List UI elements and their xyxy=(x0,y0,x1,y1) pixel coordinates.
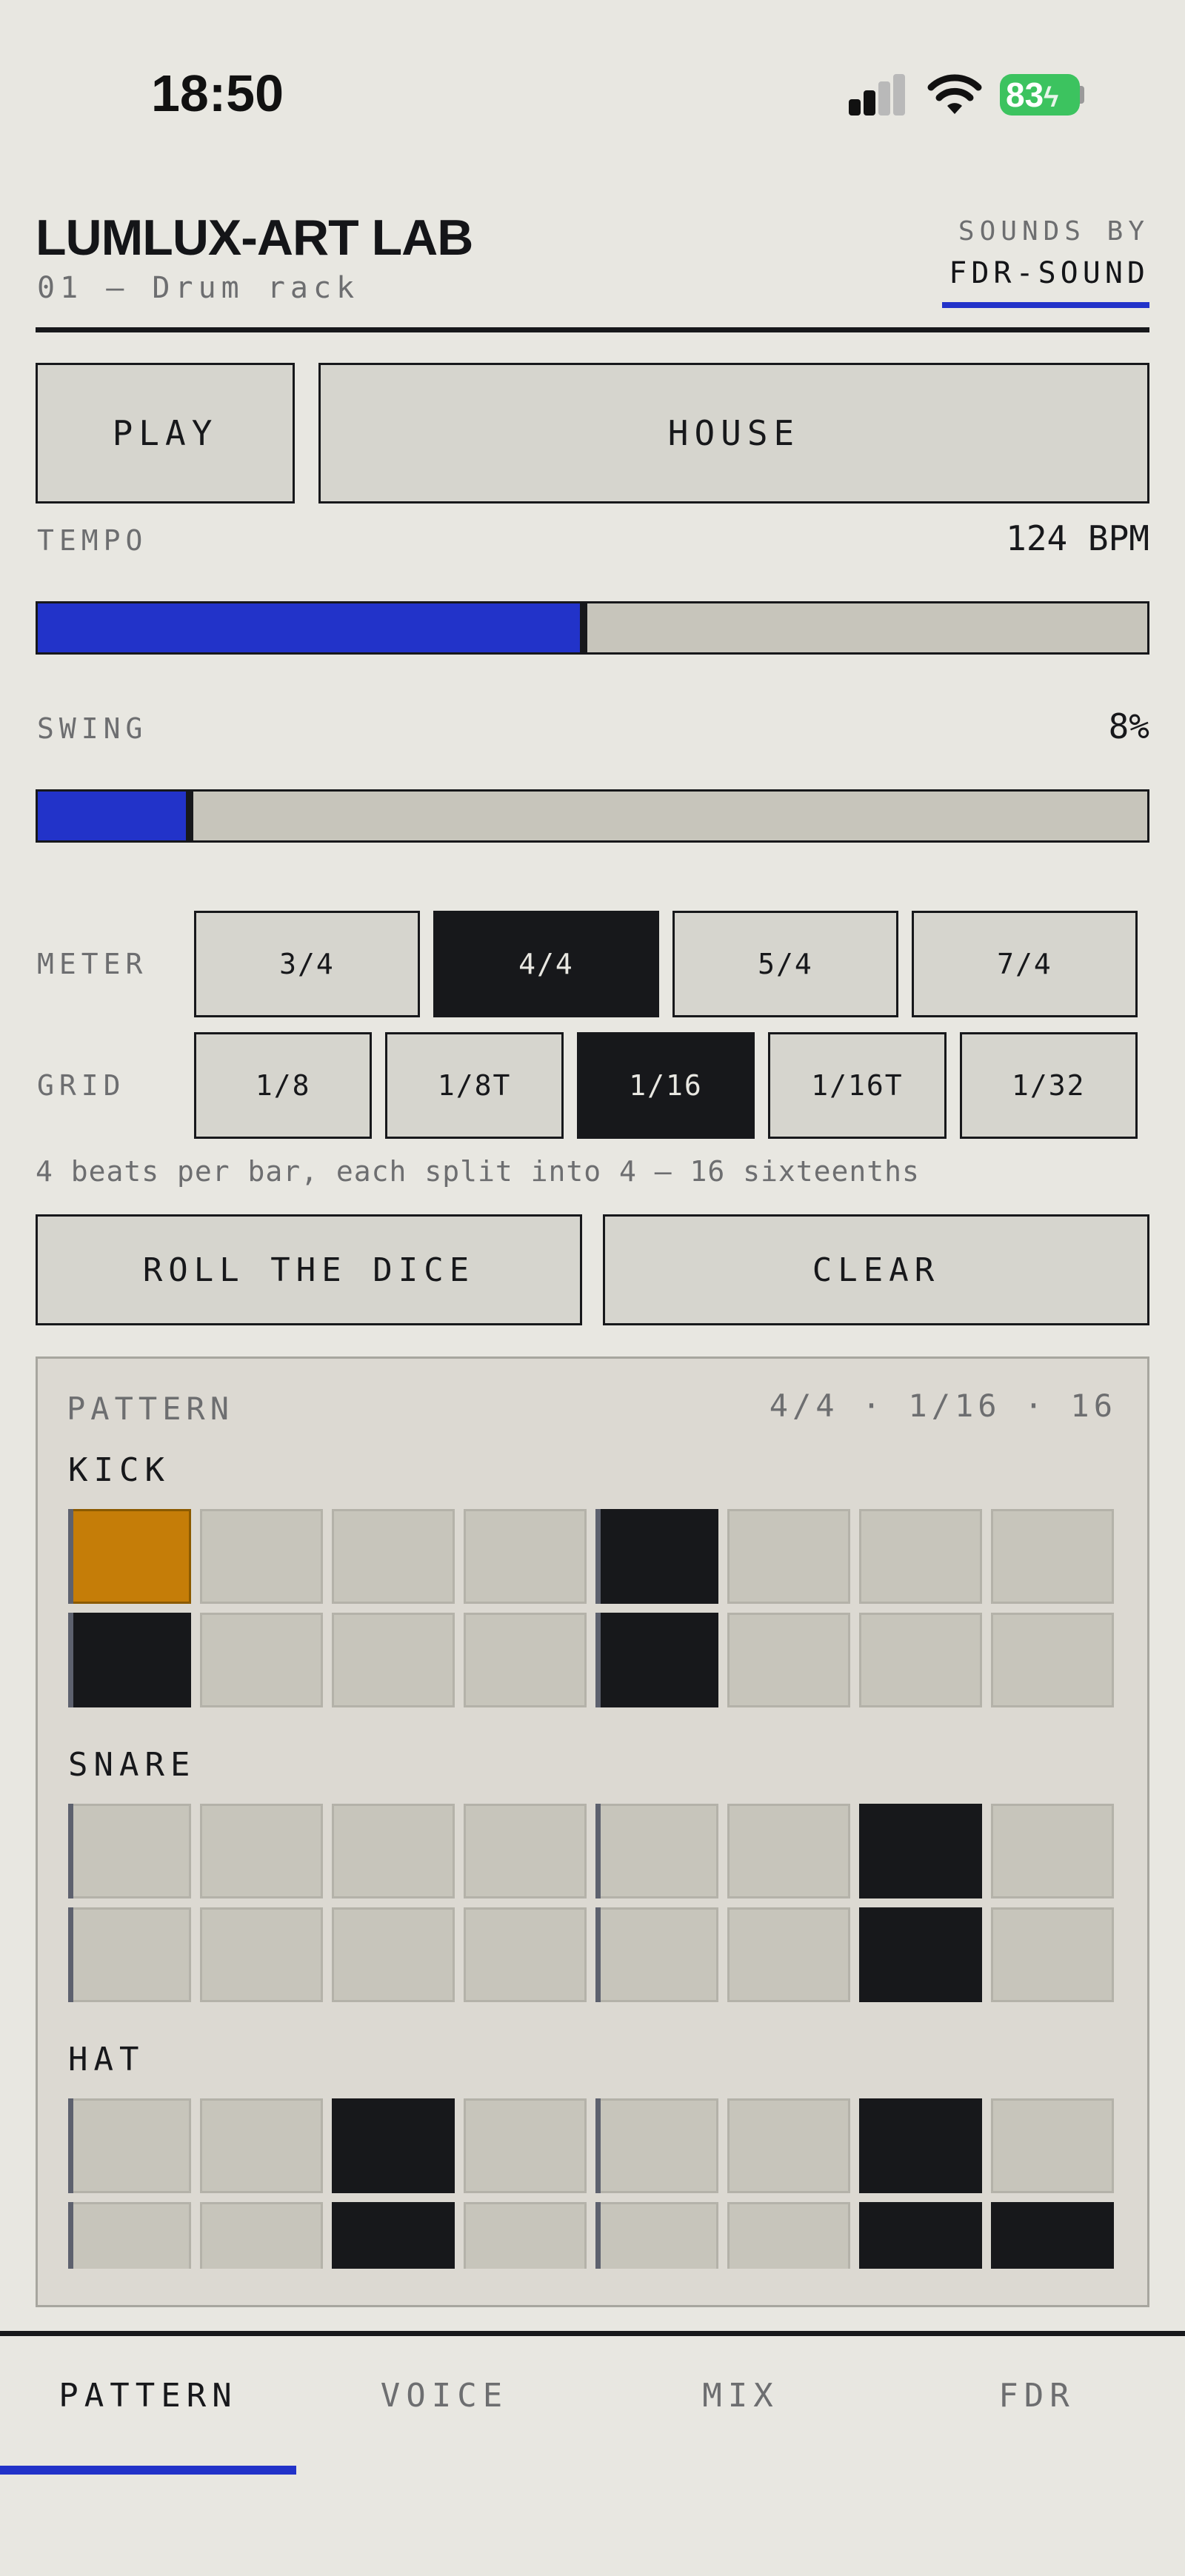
step-cell[interactable] xyxy=(859,1613,982,1707)
step-cell[interactable] xyxy=(68,1509,191,1604)
meter-description: 4 beats per bar, each split into 4 — 16 … xyxy=(36,1155,920,1188)
step-cell[interactable] xyxy=(595,1907,718,2002)
step-cell[interactable] xyxy=(200,1509,323,1604)
swing-slider-thumb[interactable] xyxy=(186,792,193,840)
step-cell[interactable] xyxy=(68,1907,191,2002)
swing-value: 8% xyxy=(1108,706,1149,746)
meter-option[interactable]: 7/4 xyxy=(912,911,1138,1017)
step-cell[interactable] xyxy=(991,1907,1114,2002)
step-cell[interactable] xyxy=(727,1509,850,1604)
battery-tip xyxy=(1080,86,1084,104)
step-cell[interactable] xyxy=(464,1613,587,1707)
step-cell[interactable] xyxy=(859,1907,982,2002)
step-cell[interactable] xyxy=(332,2098,455,2193)
tempo-slider-thumb[interactable] xyxy=(580,603,587,652)
step-cell[interactable] xyxy=(332,1804,455,1898)
grid-option[interactable]: 1/16 xyxy=(576,1032,755,1139)
grid-option[interactable]: 1/16T xyxy=(768,1032,947,1139)
swing-slider[interactable] xyxy=(36,789,1149,843)
step-cell[interactable] xyxy=(200,1907,323,2002)
grid-option[interactable]: 1/8T xyxy=(385,1032,564,1139)
wifi-icon xyxy=(927,74,982,114)
step-cell[interactable] xyxy=(68,1613,191,1707)
track-name: SNARE xyxy=(68,1746,196,1784)
step-cell[interactable] xyxy=(68,2202,191,2269)
step-cell[interactable] xyxy=(991,2098,1114,2193)
battery-icon: 83ϟ xyxy=(1000,74,1080,116)
active-tab-indicator xyxy=(0,2466,296,2475)
step-cell[interactable] xyxy=(68,1804,191,1898)
step-cell[interactable] xyxy=(991,1613,1114,1707)
tempo-slider-fill xyxy=(38,603,581,652)
step-cell[interactable] xyxy=(727,2202,850,2269)
play-button[interactable]: PLAY xyxy=(36,363,295,504)
tempo-label: TEMPO xyxy=(37,524,148,557)
tab-mix[interactable]: MIX xyxy=(592,2377,889,2415)
meter-option[interactable]: 4/4 xyxy=(433,911,659,1017)
step-cell[interactable] xyxy=(200,1613,323,1707)
charging-bolt-icon: ϟ xyxy=(1044,82,1059,113)
step-cell[interactable] xyxy=(859,1804,982,1898)
roll-dice-button[interactable]: ROLL THE DICE xyxy=(36,1214,582,1325)
swing-label: SWING xyxy=(37,712,148,745)
step-cell[interactable] xyxy=(464,2202,587,2269)
step-cell[interactable] xyxy=(200,2202,323,2269)
swing-slider-fill xyxy=(38,792,187,840)
step-cell[interactable] xyxy=(859,2202,982,2269)
step-cell[interactable] xyxy=(727,2098,850,2193)
step-cell[interactable] xyxy=(595,2098,718,2193)
step-cell[interactable] xyxy=(859,2098,982,2193)
header-divider xyxy=(36,327,1149,332)
kit-subtitle: 01 — Drum rack xyxy=(37,271,360,305)
meter-option[interactable]: 3/4 xyxy=(194,911,420,1017)
step-cell[interactable] xyxy=(727,1613,850,1707)
step-cell[interactable] xyxy=(727,1804,850,1898)
step-cell[interactable] xyxy=(464,2098,587,2193)
tab-pattern[interactable]: PATTERN xyxy=(0,2377,296,2415)
step-cell[interactable] xyxy=(68,2098,191,2193)
cellular-signal-icon xyxy=(849,74,905,116)
tab-bar-divider xyxy=(0,2331,1185,2336)
step-cell[interactable] xyxy=(595,1613,718,1707)
status-time: 18:50 xyxy=(151,64,284,122)
grid-label: GRID xyxy=(37,1069,126,1102)
step-cell[interactable] xyxy=(595,1509,718,1604)
step-cell[interactable] xyxy=(464,1907,587,2002)
app-title: LUMLUX-ART LAB xyxy=(36,210,473,266)
pattern-tracks: KICK SNARE HAT xyxy=(37,1358,1148,2269)
step-cell[interactable] xyxy=(727,1907,850,2002)
step-cell[interactable] xyxy=(991,2202,1114,2269)
brand-link[interactable]: FDR-SOUND xyxy=(949,256,1149,290)
tab-voice[interactable]: VOICE xyxy=(296,2377,592,2415)
genre-button[interactable]: HOUSE xyxy=(318,363,1149,504)
meter-label: METER xyxy=(37,948,148,980)
step-cell[interactable] xyxy=(464,1804,587,1898)
tempo-slider[interactable] xyxy=(36,601,1149,655)
step-cell[interactable] xyxy=(991,1804,1114,1898)
step-cell[interactable] xyxy=(332,2202,455,2269)
step-cell[interactable] xyxy=(859,1509,982,1604)
step-cell[interactable] xyxy=(464,1509,587,1604)
step-cell[interactable] xyxy=(595,2202,718,2269)
meter-option[interactable]: 5/4 xyxy=(672,911,898,1017)
step-cell[interactable] xyxy=(332,1613,455,1707)
battery-level: 83 xyxy=(1006,76,1044,114)
track-name: HAT xyxy=(68,2041,145,2078)
step-cell[interactable] xyxy=(200,1804,323,1898)
sounds-by-label: SOUNDS BY xyxy=(958,216,1149,247)
grid-option[interactable]: 1/32 xyxy=(959,1032,1138,1139)
tab-fdr[interactable]: FDR xyxy=(889,2377,1185,2415)
grid-option[interactable]: 1/8 xyxy=(194,1032,373,1139)
step-cell[interactable] xyxy=(200,2098,323,2193)
tempo-value: 124 BPM xyxy=(1006,518,1149,558)
step-cell[interactable] xyxy=(332,1907,455,2002)
step-cell[interactable] xyxy=(595,1804,718,1898)
clear-button[interactable]: CLEAR xyxy=(603,1214,1149,1325)
brand-underline xyxy=(942,302,1149,308)
step-cell[interactable] xyxy=(332,1509,455,1604)
track-name: KICK xyxy=(68,1451,170,1489)
step-cell[interactable] xyxy=(991,1509,1114,1604)
